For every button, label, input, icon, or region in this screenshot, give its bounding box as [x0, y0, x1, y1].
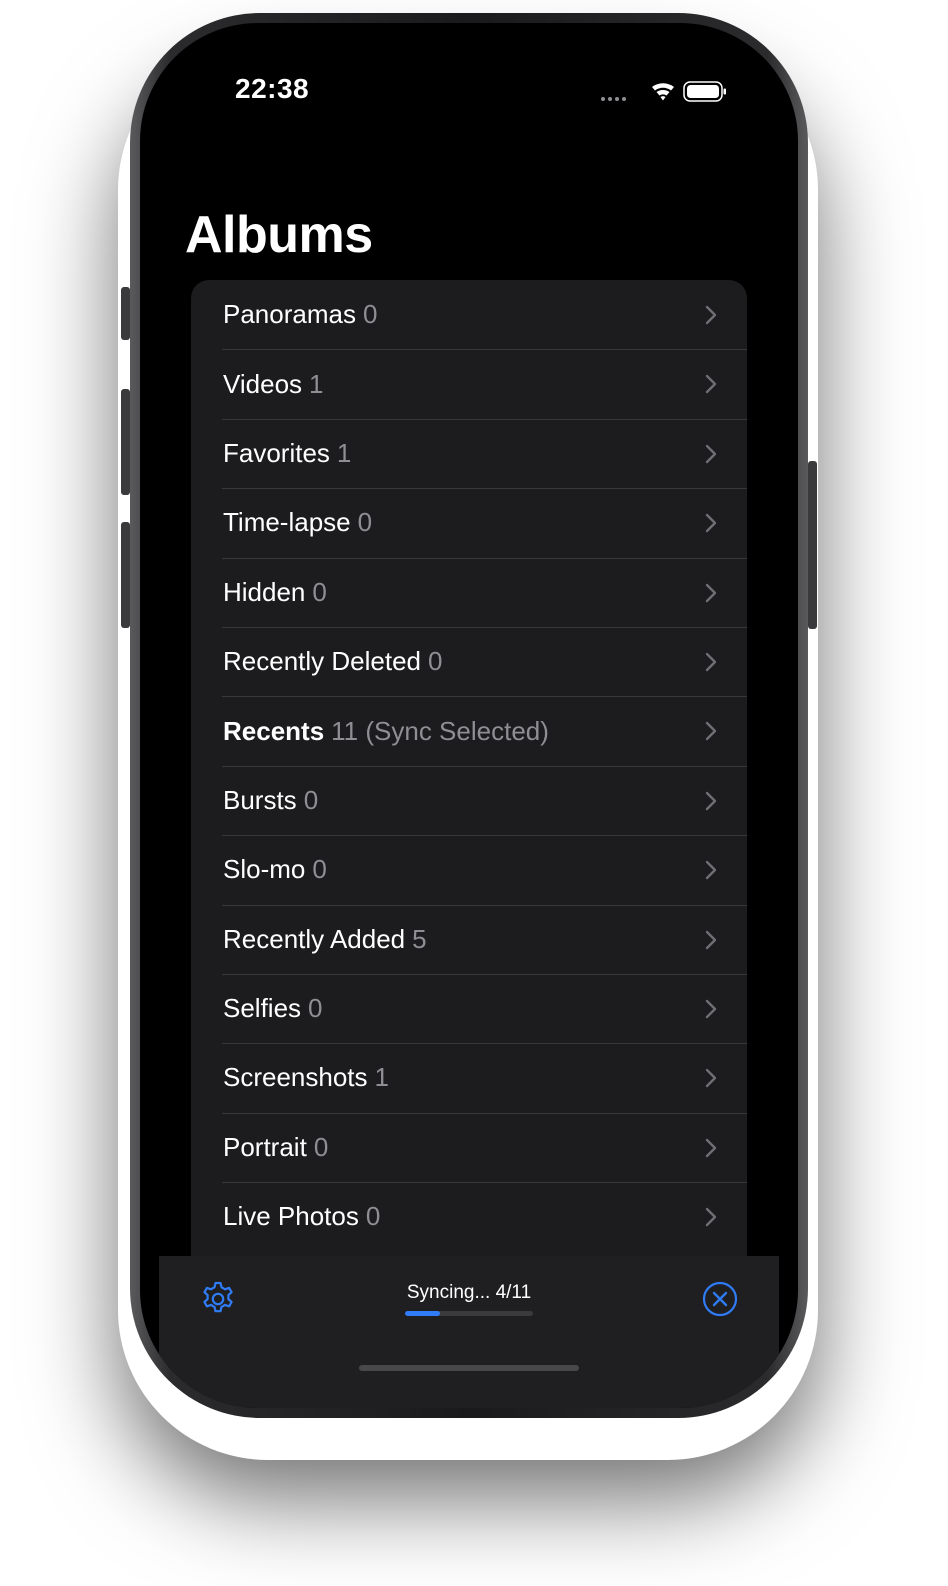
chevron-right-icon: [705, 1207, 717, 1227]
album-count: 11 (Sync Selected): [331, 715, 549, 746]
album-count: 0: [303, 784, 319, 815]
album-count: 0: [428, 646, 443, 677]
album-count: 0: [308, 993, 323, 1024]
album-count: 1: [374, 1062, 389, 1093]
album-name: Portrait: [223, 1131, 307, 1162]
album-name: Panoramas: [223, 299, 356, 330]
album-row[interactable]: Live Photos 0: [191, 1182, 747, 1251]
album-row[interactable]: Panoramas 0: [191, 280, 747, 349]
album-name: Screenshots: [223, 1062, 368, 1093]
chevron-right-icon: [705, 791, 717, 810]
chevron-right-icon: [705, 1069, 717, 1088]
row-separator: [222, 904, 747, 906]
phone-screen: 22:38 Albums Panoramas 0 Videos 1 Favorites 1…: [140, 23, 798, 1408]
chevron-right-icon: [705, 513, 717, 533]
album-count: 5: [412, 923, 427, 954]
row-separator: [222, 349, 747, 351]
album-row[interactable]: Recently Added 5: [191, 904, 747, 974]
battery-icon: [683, 81, 726, 102]
status-time: 22:38: [235, 73, 310, 104]
row-separator: [222, 1182, 747, 1184]
album-name: Bursts: [223, 784, 297, 815]
close-circle-icon: [702, 1281, 738, 1317]
album-row[interactable]: Portrait 0: [191, 1112, 747, 1182]
volume-down-button: [121, 522, 130, 628]
album-name: Recently Deleted: [223, 646, 421, 677]
row-separator: [222, 835, 747, 837]
album-row[interactable]: Favorites 1: [191, 418, 747, 488]
album-count: 0: [357, 507, 373, 538]
sync-progress-fill: [405, 1311, 440, 1316]
bottom-toolbar: Syncing... 4/11: [159, 1256, 779, 1408]
row-separator: [222, 1112, 747, 1114]
row-separator: [222, 973, 747, 975]
chevron-right-icon: [705, 652, 717, 672]
power-button: [808, 461, 817, 629]
row-separator: [222, 765, 747, 767]
album-count: 0: [365, 1201, 381, 1232]
album-row[interactable]: Slo-mo 0: [191, 835, 747, 904]
page-title: Albums: [185, 206, 373, 264]
album-name: Recently Added: [223, 923, 406, 954]
cancel-sync-button[interactable]: [701, 1280, 739, 1323]
album-count: 0: [313, 1131, 329, 1162]
album-row[interactable]: Recents 11 (Sync Selected): [191, 696, 747, 765]
album-count: 0: [312, 854, 327, 885]
wifi-icon: [652, 83, 674, 101]
row-separator: [222, 488, 747, 490]
chevron-right-icon: [705, 999, 717, 1019]
album-count: 1: [309, 368, 324, 399]
action-button: [121, 287, 130, 340]
album-name: Selfies: [223, 993, 302, 1024]
row-separator: [222, 696, 747, 698]
status-icons: [598, 79, 728, 110]
albums-list: Panoramas 0 Videos 1 Favorites 1 Time-lapse 0 Hi…: [191, 280, 747, 1280]
chevron-right-icon: [705, 375, 717, 394]
row-separator: [222, 1043, 747, 1045]
chevron-right-icon: [705, 930, 717, 949]
album-row[interactable]: Hidden 0: [191, 557, 747, 627]
chevron-right-icon: [705, 1138, 717, 1157]
album-name: Live Photos: [223, 1201, 359, 1232]
album-row[interactable]: Time-lapse 0: [191, 488, 747, 557]
chevron-right-icon: [705, 860, 717, 880]
sync-status: Syncing... 4/11: [406, 1282, 532, 1303]
album-count: 1: [336, 437, 352, 468]
album-name: Videos: [223, 368, 303, 399]
album-name: Recents: [223, 715, 325, 746]
album-row[interactable]: Selfies 0: [191, 973, 747, 1043]
album-name: Time-lapse: [223, 507, 351, 538]
album-count: 0: [362, 299, 378, 330]
row-separator: [222, 557, 747, 559]
chevron-right-icon: [705, 722, 717, 741]
album-row[interactable]: Bursts 0: [191, 765, 747, 835]
row-separator: [222, 626, 747, 628]
chevron-right-icon: [705, 583, 717, 602]
album-count: 0: [312, 576, 327, 607]
home-indicator: [359, 1365, 579, 1371]
album-row[interactable]: Recently Deleted 0: [191, 626, 747, 696]
album-name: Slo-mo: [223, 854, 306, 885]
chevron-right-icon: [705, 444, 717, 463]
chevron-right-icon: [705, 305, 717, 325]
album-name: Favorites: [223, 437, 330, 468]
album-row[interactable]: Screenshots 1: [191, 1043, 747, 1112]
cellular-dots-icon: [601, 97, 626, 101]
volume-up-button: [121, 389, 130, 495]
sync-progress-bar: [405, 1311, 533, 1316]
row-separator: [222, 418, 747, 420]
album-row[interactable]: Videos 1: [191, 349, 747, 418]
album-name: Hidden: [223, 576, 306, 607]
